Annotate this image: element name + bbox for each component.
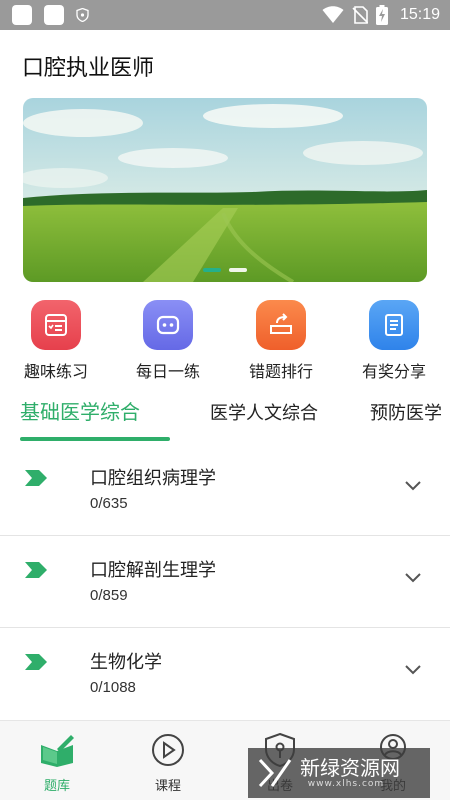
status-bar: 15:19 <box>0 0 450 30</box>
chevron-down-icon[interactable] <box>404 480 422 492</box>
banner-image <box>23 98 427 282</box>
no-sim-icon <box>352 6 368 24</box>
subject-progress: 0/1088 <box>90 679 136 696</box>
nav-courses[interactable]: 课程 <box>133 733 203 794</box>
arrow-flag-icon <box>25 654 47 670</box>
quick-menu-label: 错题排行 <box>248 362 313 381</box>
arrow-flag-icon <box>25 470 47 486</box>
ranking-tray-icon <box>256 300 306 350</box>
subject-tabs: 基础医学综合 医学人文综合 预防医学 <box>0 395 450 443</box>
tab-preventive-medicine[interactable]: 预防医学 <box>370 397 442 431</box>
wrong-ranking-button[interactable]: 错题排行 <box>231 300 331 382</box>
list-item[interactable]: 生物化学 0/1088 <box>0 627 450 719</box>
chevron-down-icon[interactable] <box>404 572 422 584</box>
list-item[interactable]: 口腔组织病理学 0/635 <box>0 443 450 535</box>
tab-humanities[interactable]: 医学人文综合 <box>210 397 318 431</box>
daily-practice-button[interactable]: 每日一练 <box>118 300 218 382</box>
book-pen-icon <box>41 735 74 767</box>
notebook-icon <box>369 300 419 350</box>
robot-face-icon <box>143 300 193 350</box>
page-title: 口腔执业医师 <box>22 56 155 81</box>
clock-time: 15:19 <box>399 6 440 23</box>
arrow-flag-icon <box>25 562 47 578</box>
nav-label: 课程 <box>154 779 181 794</box>
carousel-indicator <box>23 268 427 272</box>
quick-menu-label: 有奖分享 <box>361 362 426 381</box>
watermark-text: 新绿资源网 <box>300 756 400 780</box>
carousel-dot <box>203 268 221 272</box>
active-tab-indicator <box>20 437 170 441</box>
practice-sheet-icon <box>31 300 81 350</box>
subject-title: 口腔组织病理学 <box>90 468 216 489</box>
fun-practice-button[interactable]: 趣味练习 <box>6 300 106 382</box>
play-circle-icon <box>152 734 184 766</box>
subject-title: 口腔解剖生理学 <box>90 560 216 581</box>
shield-icon <box>76 8 89 22</box>
quick-menu-label: 趣味练习 <box>23 362 88 381</box>
quick-menu: 趣味练习 每日一练 错题排行 有奖分享 <box>0 300 450 386</box>
watermark: 新绿资源网 www.xlhs.com <box>248 748 430 798</box>
notification-icon <box>12 5 32 25</box>
list-item[interactable]: 口腔解剖生理学 0/859 <box>0 535 450 627</box>
chevron-down-icon[interactable] <box>404 664 422 676</box>
notification-icon <box>44 5 64 25</box>
watermark-logo-icon <box>258 758 292 788</box>
wifi-icon <box>322 6 344 23</box>
subject-list: 口腔组织病理学 0/635 口腔解剖生理学 0/859 生物化学 0/1088 <box>0 443 450 719</box>
banner-carousel[interactable] <box>23 98 427 282</box>
tab-basic-medicine[interactable]: 基础医学综合 <box>20 395 140 429</box>
watermark-url: www.xlhs.com <box>307 779 385 789</box>
reward-share-button[interactable]: 有奖分享 <box>344 300 444 382</box>
nav-question-bank[interactable]: 题库 <box>22 733 92 794</box>
battery-charging-icon <box>375 5 388 25</box>
subject-title: 生物化学 <box>90 652 162 673</box>
nav-label: 题库 <box>43 779 70 794</box>
subject-progress: 0/635 <box>90 495 128 512</box>
quick-menu-label: 每日一练 <box>135 362 200 381</box>
carousel-dot <box>229 268 247 272</box>
subject-progress: 0/859 <box>90 587 128 604</box>
